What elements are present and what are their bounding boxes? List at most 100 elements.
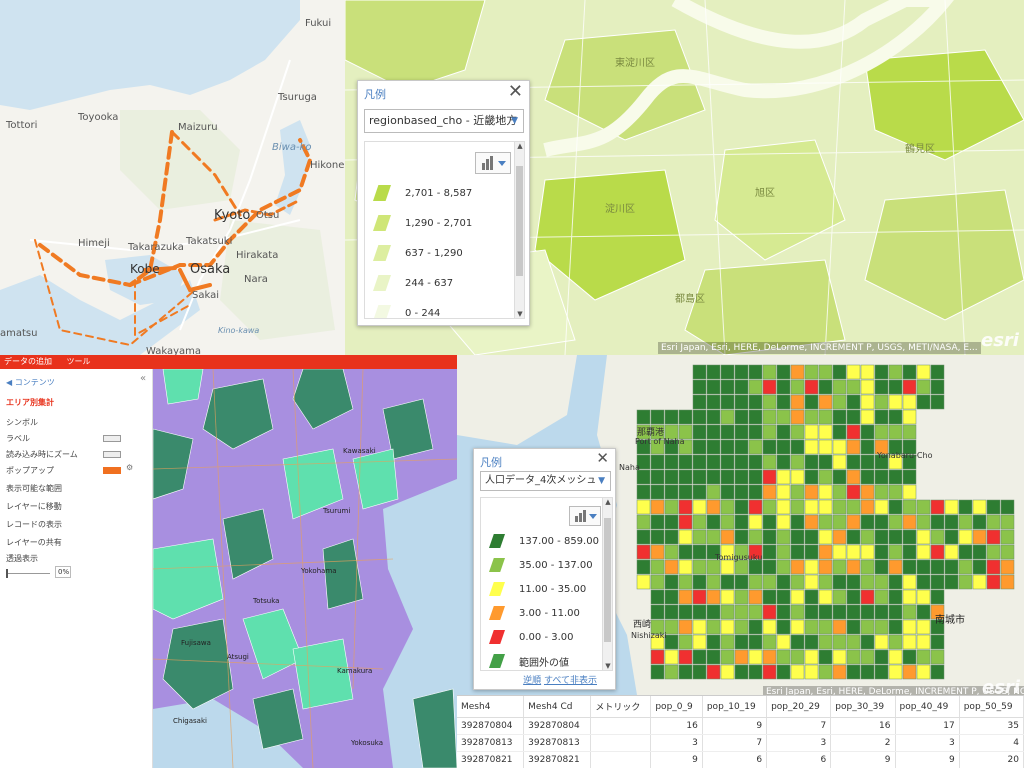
mesh-cell[interactable] xyxy=(706,634,721,650)
mesh-cell[interactable] xyxy=(944,514,959,530)
mesh-cell[interactable] xyxy=(818,379,833,395)
mesh-cell[interactable] xyxy=(860,574,875,590)
legend-panel-bottom[interactable]: 凡例 ✕ 人口データ_4次メッシュ ▼ 137.00 - 859.00 35.00… xyxy=(473,448,616,690)
mesh-cell[interactable] xyxy=(930,664,945,680)
mesh-cell[interactable] xyxy=(748,454,763,470)
mesh-cell[interactable] xyxy=(790,574,805,590)
mesh-cell[interactable] xyxy=(846,394,861,410)
mesh-cell[interactable] xyxy=(916,544,931,560)
scroll-up-icon[interactable]: ▲ xyxy=(603,498,612,506)
mesh-cell[interactable] xyxy=(692,484,707,500)
mesh-cell[interactable] xyxy=(790,514,805,530)
mesh-cell[interactable] xyxy=(986,514,1001,530)
mesh-cell[interactable] xyxy=(776,394,791,410)
mesh-cell[interactable] xyxy=(636,409,651,425)
mesh-cell[interactable] xyxy=(678,589,693,605)
mesh-cell[interactable] xyxy=(790,439,805,455)
mesh-cell[interactable] xyxy=(804,424,819,440)
mesh-cell[interactable] xyxy=(664,619,679,635)
mesh-cell[interactable] xyxy=(706,589,721,605)
mesh-cell[interactable] xyxy=(930,589,945,605)
mesh-cell[interactable] xyxy=(664,469,679,485)
transparency-slider-handle[interactable] xyxy=(6,569,8,578)
mesh-cell[interactable] xyxy=(832,589,847,605)
mesh-cell[interactable] xyxy=(832,379,847,395)
mesh-cell[interactable] xyxy=(860,499,875,515)
layer-select-bottom[interactable]: 人口データ_4次メッシュ ▼ xyxy=(480,471,611,491)
mesh-cell[interactable] xyxy=(762,529,777,545)
mesh-cell[interactable] xyxy=(776,424,791,440)
mesh-cell[interactable] xyxy=(678,574,693,590)
mesh-cell[interactable] xyxy=(734,469,749,485)
mesh-cell[interactable] xyxy=(958,514,973,530)
mesh-cell[interactable] xyxy=(720,559,735,575)
mesh-cell[interactable] xyxy=(720,664,735,680)
mesh-cell[interactable] xyxy=(916,634,931,650)
mesh-cell[interactable] xyxy=(692,364,707,380)
mesh-cell[interactable] xyxy=(734,559,749,575)
mesh-cell[interactable] xyxy=(986,574,1001,590)
mesh-cell[interactable] xyxy=(874,604,889,620)
mesh-cell[interactable] xyxy=(916,529,931,545)
mesh-cell[interactable] xyxy=(804,409,819,425)
menu-visible-range[interactable]: 表示可能な範囲 xyxy=(6,483,62,494)
mesh-cell[interactable] xyxy=(720,589,735,605)
mesh-cell[interactable] xyxy=(804,469,819,485)
mesh-cell[interactable] xyxy=(846,619,861,635)
mesh-cell[interactable] xyxy=(664,484,679,500)
mesh-cell[interactable] xyxy=(678,664,693,680)
mesh-cell[interactable] xyxy=(776,619,791,635)
mesh-cell[interactable] xyxy=(762,589,777,605)
mesh-cell[interactable] xyxy=(832,634,847,650)
mesh-cell[interactable] xyxy=(790,499,805,515)
menu-label[interactable]: ラベル xyxy=(6,433,30,444)
mesh-cell[interactable] xyxy=(762,514,777,530)
legend-options-button[interactable] xyxy=(475,152,511,174)
mesh-cell[interactable] xyxy=(832,499,847,515)
mesh-cell[interactable] xyxy=(902,424,917,440)
mesh-cell[interactable] xyxy=(944,559,959,575)
mesh-cell[interactable] xyxy=(832,619,847,635)
mesh-cell[interactable] xyxy=(832,664,847,680)
mesh-cell[interactable] xyxy=(650,514,665,530)
mesh-cell[interactable] xyxy=(930,514,945,530)
mesh-cell[interactable] xyxy=(804,529,819,545)
mesh-cell[interactable] xyxy=(930,634,945,650)
mesh-cell[interactable] xyxy=(706,604,721,620)
mesh-cell[interactable] xyxy=(720,649,735,665)
mesh-cell[interactable] xyxy=(692,544,707,560)
mesh-cell[interactable] xyxy=(720,499,735,515)
mesh-cell[interactable] xyxy=(692,514,707,530)
mesh-cell[interactable] xyxy=(790,379,805,395)
mesh-cell[interactable] xyxy=(748,574,763,590)
mesh-cell[interactable] xyxy=(846,604,861,620)
mesh-cell[interactable] xyxy=(692,619,707,635)
mesh-cell[interactable] xyxy=(818,424,833,440)
mesh-cell[interactable] xyxy=(776,574,791,590)
zoom-toggle[interactable] xyxy=(103,451,121,458)
mesh-cell[interactable] xyxy=(846,439,861,455)
mesh-cell[interactable] xyxy=(776,604,791,620)
mesh-cell[interactable] xyxy=(804,649,819,665)
mesh-cell[interactable] xyxy=(748,409,763,425)
mesh-cell[interactable] xyxy=(762,619,777,635)
mesh-cell[interactable] xyxy=(636,529,651,545)
mesh-cell[interactable] xyxy=(874,364,889,380)
gear-icon[interactable]: ⚙ xyxy=(126,463,133,472)
mesh-cell[interactable] xyxy=(874,469,889,485)
mesh-cell[interactable] xyxy=(958,529,973,545)
mesh-cell[interactable] xyxy=(902,619,917,635)
mesh-cell[interactable] xyxy=(692,424,707,440)
mesh-cell[interactable] xyxy=(650,664,665,680)
mesh-cell[interactable] xyxy=(776,559,791,575)
mesh-cell[interactable] xyxy=(762,634,777,650)
mesh-cell[interactable] xyxy=(734,394,749,410)
mesh-cell[interactable] xyxy=(888,559,903,575)
mesh-cell[interactable] xyxy=(706,454,721,470)
mesh-cell[interactable] xyxy=(804,634,819,650)
mesh-cell[interactable] xyxy=(762,409,777,425)
mesh-cell[interactable] xyxy=(762,559,777,575)
mesh-cell[interactable] xyxy=(692,469,707,485)
mesh-cell[interactable] xyxy=(986,499,1001,515)
mesh-cell[interactable] xyxy=(972,544,987,560)
